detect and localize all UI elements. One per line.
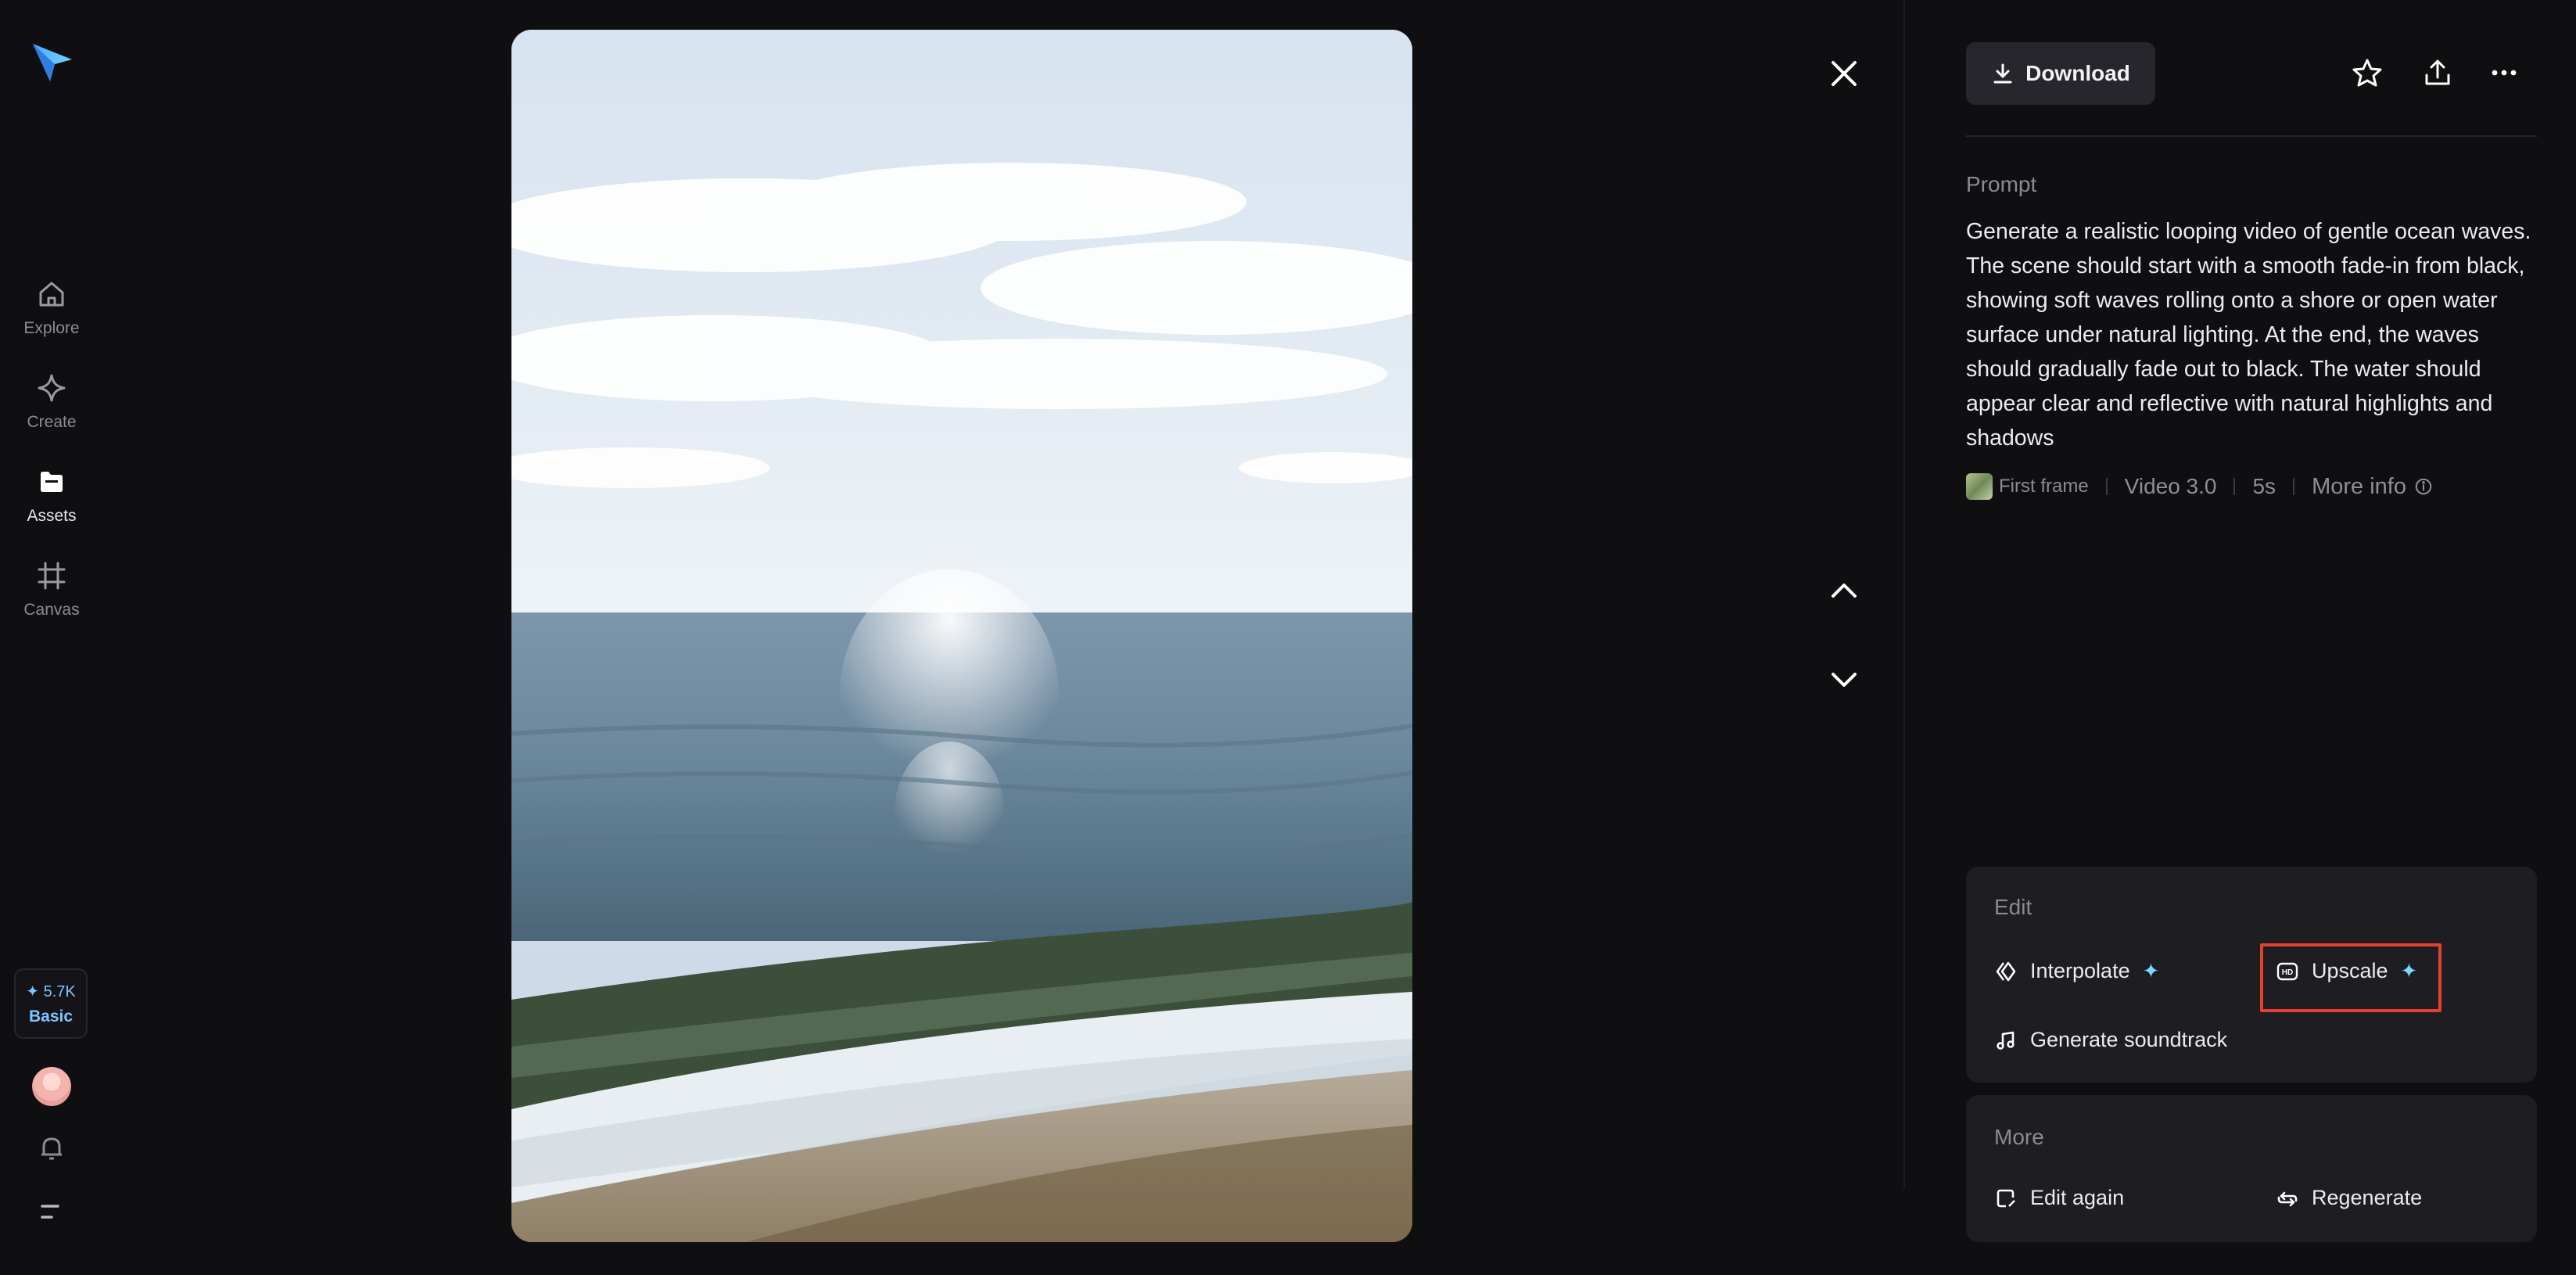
nav-canvas[interactable]: Canvas [0,558,103,634]
more-info-label: More info [2312,473,2406,499]
toolbar-divider [1966,135,2537,137]
music-note-icon [1997,1031,2015,1050]
interpolate-label: Interpolate [2030,959,2130,982]
chevron-down-icon[interactable] [1828,666,1860,693]
nav-canvas-label: Canvas [23,601,80,619]
edit-again-label: Edit again [2030,1186,2125,1209]
credits-badge[interactable]: ✦ 5.7K Basic [14,968,88,1039]
sparkle-diamond-icon [38,374,66,402]
more-card: More Edit again Regenerate [1966,1095,2537,1242]
download-icon [1993,63,2012,84]
more-options-icon[interactable] [2490,63,2518,83]
home-icon [39,282,64,307]
nav-create-label: Create [27,413,77,431]
more-info-link[interactable]: More info [2312,474,2433,500]
nav-create[interactable]: Create [0,371,103,446]
regenerate-button[interactable]: Regenerate [2276,1186,2422,1210]
nav-explore-label: Explore [23,319,80,337]
frame-grid-icon [38,562,66,590]
first-frame-thumbnail[interactable] [1966,473,1993,500]
regenerate-label: Regenerate [2312,1186,2423,1209]
plan-label: Basic [28,1007,74,1025]
nav-assets-label: Assets [27,507,77,525]
close-icon[interactable] [1828,58,1860,89]
duration-label: 5s [2252,474,2276,498]
meta-separator [2233,478,2236,495]
download-label: Download [2025,61,2130,85]
share-icon[interactable] [2421,56,2454,89]
credits-amount: ✦ 5.7K [26,982,76,1000]
nav-explore[interactable]: Explore [0,277,103,352]
meta-separator [2293,478,2295,495]
folder-icon [41,472,63,492]
edit-card: Edit Interpolate ✦ HD Upscale ✦ Generate… [1966,867,2537,1083]
download-button[interactable]: Download [1966,42,2155,105]
meta-separator [2105,478,2108,495]
bell-icon[interactable] [34,1131,69,1165]
video-preview[interactable] [511,30,1412,1242]
generate-soundtrack-label: Generate soundtrack [2030,1028,2228,1051]
star-icon[interactable] [2351,56,2384,89]
generate-soundtrack-button[interactable]: Generate soundtrack [1994,1028,2227,1052]
panel-divider [1903,0,1905,1189]
chevron-up-icon[interactable] [1828,577,1860,604]
info-icon [2415,478,2432,495]
nav-assets[interactable]: Assets [0,465,103,540]
interpolate-icon [1996,961,2016,981]
prompt-label: Prompt [1966,172,2037,196]
regenerate-icon [2277,1191,2298,1206]
interpolate-button[interactable]: Interpolate ✦ [1994,959,2159,983]
edit-title: Edit [1994,895,2032,919]
edit-again-icon [1997,1189,2015,1207]
prompt-text: Generate a realistic looping video of ge… [1966,219,2531,451]
model-label: Video 3.0 [2124,474,2217,498]
more-title: More [1994,1125,2044,1149]
edit-again-button[interactable]: Edit again [1994,1186,2124,1210]
first-frame-label: First frame [1999,476,2089,497]
avatar[interactable] [32,1067,71,1106]
generation-meta: First frame Video 3.0 5s More info [1966,471,2433,502]
left-rail: Explore Create Assets Canvas ✦ 5.7K Basi… [0,0,103,1275]
upscale-highlight-annotation [2260,943,2441,1012]
menu-icon[interactable] [38,1200,66,1223]
app-logo-icon[interactable] [28,39,75,86]
sparkle-icon: ✦ [2142,959,2160,982]
